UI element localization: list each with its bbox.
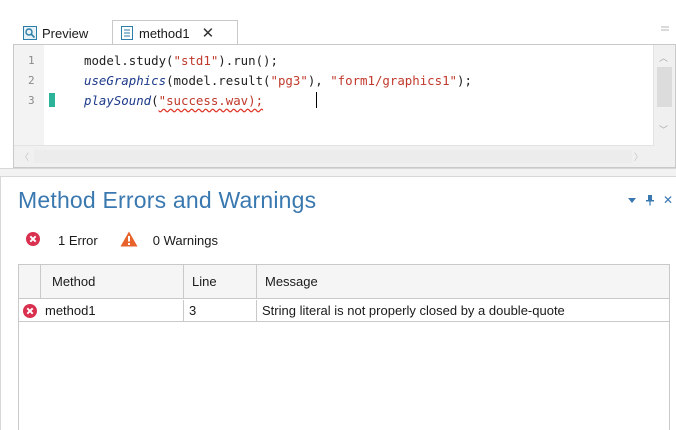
scroll-thumb[interactable] bbox=[657, 67, 672, 107]
code-token: ( bbox=[151, 93, 159, 108]
text-caret bbox=[316, 92, 317, 108]
code-token: (model.result( bbox=[166, 73, 271, 88]
close-panel-icon[interactable]: ✕ bbox=[662, 193, 674, 207]
table-row[interactable]: method1 3 String literal is not properly… bbox=[19, 300, 669, 322]
tab-method1-label: method1 bbox=[139, 25, 190, 41]
modified-line-marker bbox=[49, 93, 55, 107]
close-icon[interactable]: ✕ bbox=[202, 24, 215, 42]
code-token: "success.wav); bbox=[158, 93, 264, 108]
pin-icon[interactable] bbox=[644, 194, 656, 206]
tab-method1[interactable]: method1 ✕ bbox=[112, 20, 238, 45]
code-token: "form1/graphics1" bbox=[330, 73, 458, 88]
cell-line: 3 bbox=[184, 300, 257, 322]
tab-preview[interactable]: Preview bbox=[22, 21, 108, 45]
scroll-right-icon[interactable]: 〉 bbox=[634, 150, 643, 163]
cell-method: method1 bbox=[41, 300, 184, 322]
code-line[interactable]: useGraphics(model.result("pg3"), "form1/… bbox=[84, 73, 472, 88]
error-count: 1 Error bbox=[58, 232, 98, 248]
code-token: ); bbox=[457, 73, 472, 88]
scroll-up-icon[interactable]: ︿ bbox=[659, 51, 668, 64]
scroll-down-icon[interactable]: ﹀ bbox=[659, 123, 668, 136]
errors-table: Method Line Message method1 3 String lit… bbox=[18, 264, 670, 430]
line-number: 2 bbox=[28, 74, 35, 87]
warning-icon bbox=[120, 231, 138, 250]
line-number: 1 bbox=[28, 54, 35, 67]
horizontal-scrollbar[interactable]: 〈 〉 bbox=[14, 145, 654, 167]
errors-warnings-panel: Method Errors and Warnings ✕ 1 Error 0 W… bbox=[0, 177, 676, 430]
cell-message: String literal is not properly closed by… bbox=[262, 303, 565, 318]
panel-controls: ✕ bbox=[626, 193, 674, 207]
code-token: model.study( bbox=[84, 53, 174, 68]
warning-count: 0 Warnings bbox=[152, 232, 219, 248]
code-line[interactable]: playSound("success.wav); bbox=[84, 93, 263, 108]
panel-menu-icon[interactable] bbox=[626, 194, 638, 206]
panel-title: Method Errors and Warnings bbox=[18, 187, 317, 213]
scroll-thumb[interactable] bbox=[34, 150, 632, 163]
method-file-icon bbox=[120, 26, 134, 40]
column-header-method[interactable]: Method bbox=[41, 265, 184, 299]
code-token: "pg3" bbox=[270, 73, 308, 88]
column-header-message[interactable]: Message bbox=[257, 265, 669, 299]
preview-icon bbox=[23, 26, 37, 40]
code-token: useGraphics bbox=[84, 73, 167, 88]
error-summary: 1 Error 0 Warnings bbox=[26, 230, 218, 250]
line-number: 3 bbox=[28, 94, 35, 107]
tab-preview-label: Preview bbox=[42, 25, 89, 41]
line-number-gutter: 1 2 3 bbox=[14, 45, 44, 145]
table-header: Method Line Message bbox=[19, 265, 669, 299]
error-icon bbox=[26, 231, 40, 249]
vertical-scrollbar[interactable]: ︿ ﹀ bbox=[653, 45, 675, 167]
column-header-line[interactable]: Line bbox=[184, 265, 257, 299]
code-token: playSound bbox=[84, 93, 152, 108]
column-header-severity[interactable] bbox=[19, 265, 41, 299]
error-icon bbox=[19, 300, 41, 322]
tab-overflow-icon[interactable] bbox=[660, 22, 670, 32]
code-token: ).run(); bbox=[218, 53, 278, 68]
scroll-left-icon[interactable]: 〈 bbox=[20, 150, 29, 163]
code-line[interactable]: model.study("std1").run(); bbox=[84, 53, 278, 68]
panel-splitter[interactable] bbox=[0, 168, 676, 177]
code-token: ), bbox=[307, 73, 331, 88]
code-token: "std1" bbox=[173, 53, 219, 68]
code-editor[interactable]: 1 2 3 model.study("std1").run(); useGrap… bbox=[13, 44, 676, 168]
editor-tab-bar: Preview method1 ✕ bbox=[0, 0, 676, 45]
